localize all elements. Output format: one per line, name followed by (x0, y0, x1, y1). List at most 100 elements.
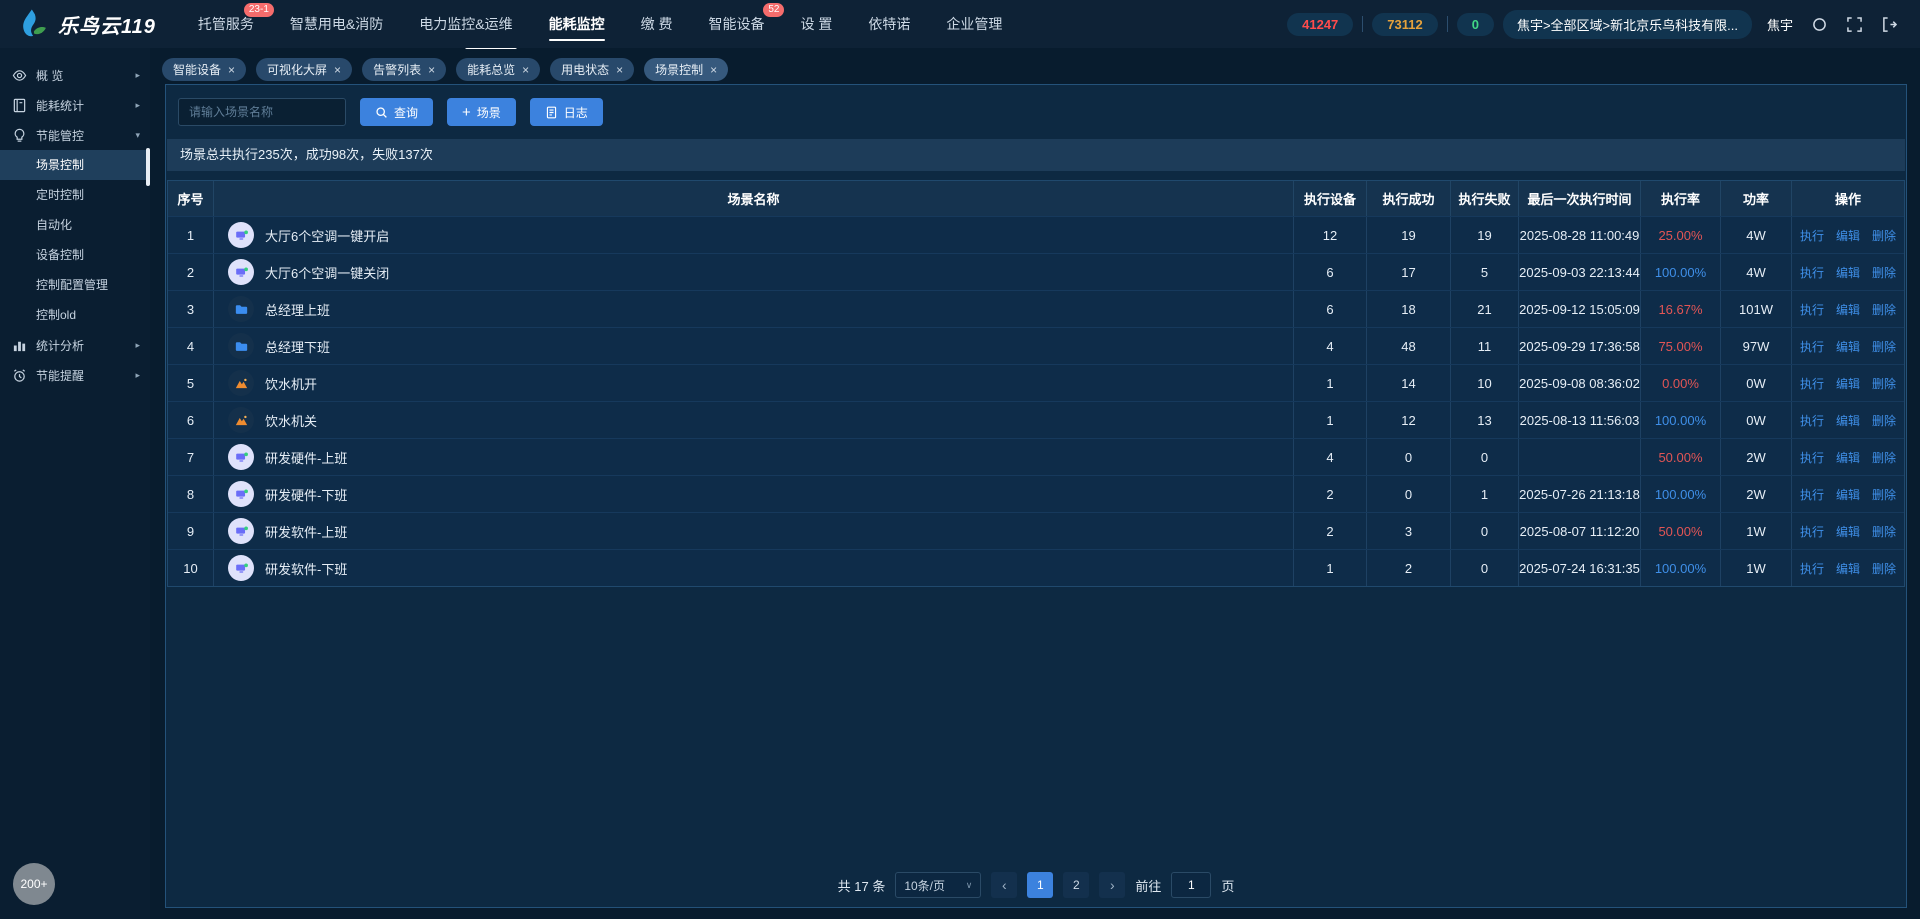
edit-link[interactable]: 编辑 (1836, 301, 1860, 318)
page-button-1[interactable]: 1 (1027, 872, 1053, 898)
delete-link[interactable]: 删除 (1872, 227, 1896, 244)
execute-link[interactable]: 执行 (1800, 412, 1824, 429)
exec-success: 3 (1367, 513, 1451, 549)
close-icon[interactable]: × (228, 64, 235, 76)
nav-item-label: 智能设备 (708, 16, 764, 32)
page-button-2[interactable]: 2 (1063, 872, 1089, 898)
exec-rate: 100.00% (1641, 254, 1721, 290)
execute-link[interactable]: 执行 (1800, 523, 1824, 540)
goto-page-input[interactable] (1171, 872, 1211, 898)
exec-rate: 100.00% (1641, 402, 1721, 438)
delete-link[interactable]: 删除 (1872, 560, 1896, 577)
tab-1[interactable]: 可视化大屏× (256, 58, 352, 81)
page-size-select[interactable]: 10条/页 ∨ (895, 872, 981, 898)
delete-link[interactable]: 删除 (1872, 264, 1896, 281)
tab-3[interactable]: 能耗总览× (456, 58, 540, 81)
scene-name: 研发硬件-上班 (265, 448, 347, 467)
exec-devices: 6 (1294, 291, 1367, 327)
delete-link[interactable]: 删除 (1872, 486, 1896, 503)
execute-link[interactable]: 执行 (1800, 338, 1824, 355)
theme-circle-icon[interactable] (1806, 11, 1832, 37)
edit-link[interactable]: 编辑 (1836, 227, 1860, 244)
user-name[interactable]: 焦宇 (1767, 15, 1793, 34)
row-actions: 执行编辑删除 (1792, 513, 1904, 549)
tab-5[interactable]: 场景控制× (644, 58, 728, 81)
edit-link[interactable]: 编辑 (1836, 560, 1860, 577)
tab-4[interactable]: 用电状态× (550, 58, 634, 81)
delete-link[interactable]: 删除 (1872, 412, 1896, 429)
execute-link[interactable]: 执行 (1800, 375, 1824, 392)
execute-link[interactable]: 执行 (1800, 227, 1824, 244)
tab-2[interactable]: 告警列表× (362, 58, 446, 81)
execute-link[interactable]: 执行 (1800, 264, 1824, 281)
scene-name: 饮水机关 (265, 411, 317, 430)
sidebar-subitem-2-3[interactable]: 设备控制 (0, 240, 150, 270)
sidebar-item-2[interactable]: 节能管控▾ (0, 120, 150, 150)
logout-icon[interactable] (1876, 11, 1902, 37)
nav-item-3[interactable]: 能耗监控 (549, 0, 605, 48)
next-page-button[interactable]: › (1099, 872, 1125, 898)
sidebar-scrollbar[interactable] (146, 148, 150, 186)
edit-link[interactable]: 编辑 (1836, 449, 1860, 466)
nav-item-8[interactable]: 企业管理 (946, 0, 1002, 48)
fullscreen-icon[interactable] (1841, 11, 1867, 37)
nav-item-0[interactable]: 托管服务23-1 (198, 0, 254, 48)
execute-link[interactable]: 执行 (1800, 301, 1824, 318)
nav-item-1[interactable]: 智慧用电&消防 (290, 0, 383, 48)
sidebar-subitem-2-1[interactable]: 定时控制 (0, 180, 150, 210)
add-scene-button[interactable]: + 场景 (447, 98, 516, 126)
close-icon[interactable]: × (710, 64, 717, 76)
stat-pill-0[interactable]: 41247 (1287, 13, 1353, 36)
stat-pill-2[interactable]: 0 (1457, 13, 1494, 36)
sidebar-item-label: 节能管控 (36, 127, 84, 144)
last-exec-time: 2025-07-26 21:13:18 (1519, 476, 1641, 512)
delete-link[interactable]: 删除 (1872, 449, 1896, 466)
nav-item-2[interactable]: 电力监控&运维 (419, 0, 512, 48)
nav-item-7[interactable]: 依特诺 (868, 0, 910, 48)
query-button[interactable]: 查询 (360, 98, 433, 126)
log-button[interactable]: 日志 (530, 98, 603, 126)
close-icon[interactable]: × (334, 64, 341, 76)
sidebar-subitem-2-2[interactable]: 自动化 (0, 210, 150, 240)
last-exec-time: 2025-09-12 15:05:09 (1519, 291, 1641, 327)
sidebar: 概 览▸能耗统计▸节能管控▾场景控制定时控制自动化设备控制控制配置管理控制old… (0, 48, 150, 919)
edit-link[interactable]: 编辑 (1836, 486, 1860, 503)
delete-link[interactable]: 删除 (1872, 523, 1896, 540)
delete-link[interactable]: 删除 (1872, 301, 1896, 318)
org-breadcrumb[interactable]: 焦宇>全部区域>新北京乐鸟科技有限... (1503, 10, 1752, 39)
close-icon[interactable]: × (616, 64, 623, 76)
edit-link[interactable]: 编辑 (1836, 412, 1860, 429)
sidebar-subitem-2-4[interactable]: 控制配置管理 (0, 270, 150, 300)
sidebar-subitem-2-5[interactable]: 控制old (0, 300, 150, 330)
scene-name-search-input[interactable] (178, 98, 346, 126)
delete-link[interactable]: 删除 (1872, 338, 1896, 355)
edit-link[interactable]: 编辑 (1836, 338, 1860, 355)
notification-count-badge[interactable]: 200+ (13, 863, 55, 905)
sidebar-item-0[interactable]: 概 览▸ (0, 60, 150, 90)
power: 1W (1721, 550, 1792, 586)
edit-link[interactable]: 编辑 (1836, 375, 1860, 392)
nav-item-5[interactable]: 智能设备52 (708, 0, 764, 48)
edit-link[interactable]: 编辑 (1836, 264, 1860, 281)
sidebar-item-1[interactable]: 能耗统计▸ (0, 90, 150, 120)
execute-link[interactable]: 执行 (1800, 449, 1824, 466)
nav-item-6[interactable]: 设 置 (800, 0, 832, 48)
sidebar-subitem-2-0[interactable]: 场景控制 (0, 150, 150, 180)
stat-pill-1[interactable]: 73112 (1372, 13, 1437, 36)
edit-link[interactable]: 编辑 (1836, 523, 1860, 540)
sidebar-item-4[interactable]: 节能提醒▸ (0, 360, 150, 390)
last-exec-time: 2025-08-13 11:56:03 (1519, 402, 1641, 438)
sidebar-item-3[interactable]: 统计分析▸ (0, 330, 150, 360)
execute-link[interactable]: 执行 (1800, 486, 1824, 503)
close-icon[interactable]: × (428, 64, 435, 76)
row-actions: 执行编辑删除 (1792, 254, 1904, 290)
nav-item-4[interactable]: 缴 费 (641, 0, 673, 48)
tab-0[interactable]: 智能设备× (162, 58, 246, 81)
execute-link[interactable]: 执行 (1800, 560, 1824, 577)
row-index: 6 (168, 402, 214, 438)
prev-page-button[interactable]: ‹ (991, 872, 1017, 898)
close-icon[interactable]: × (522, 64, 529, 76)
delete-link[interactable]: 删除 (1872, 375, 1896, 392)
exec-success: 18 (1367, 291, 1451, 327)
row-index: 1 (168, 217, 214, 253)
